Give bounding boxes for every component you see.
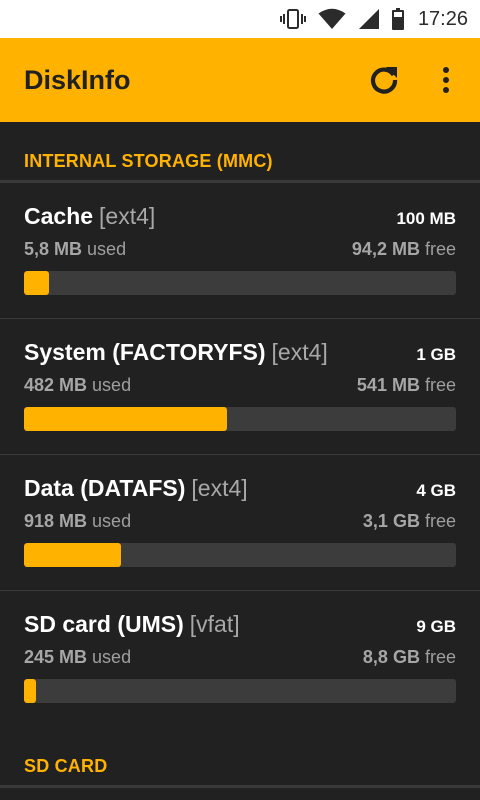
partition-name: Cache [ext4] [24, 203, 155, 230]
section-title: INTERNAL STORAGE (MMC) [24, 151, 273, 171]
partition-total-size: 4 GB [416, 481, 456, 500]
partition-total-size: 1 GB [416, 345, 456, 364]
section-header-sd-card: SD CARD [0, 727, 480, 788]
status-icons: 17:26 [268, 0, 468, 38]
partition-name: Data (DATAFS) [ext4] [24, 475, 248, 502]
partition-free: 8,8 GB free [363, 647, 456, 668]
free-suffix: free [424, 511, 456, 531]
usage-bar-fill [24, 271, 50, 295]
refresh-button[interactable] [360, 56, 408, 104]
partition-used: 5,8 MB used [24, 239, 126, 260]
partition-total-size: 100 MB [396, 209, 456, 228]
battery-icon [391, 8, 404, 30]
free-suffix: free [424, 647, 456, 667]
partition-item-sd-card-ums[interactable]: SD card (UMS) [vfat] 9 GB 245 MB used 8,8… [0, 591, 480, 727]
free-value: 94,2 MB [351, 239, 420, 259]
used-value: 245 MB [24, 647, 88, 667]
refresh-icon [370, 67, 398, 94]
partition-name: SD card (UMS) [vfat] [24, 611, 240, 638]
free-suffix: free [424, 375, 456, 395]
vibrate-icon [279, 9, 306, 29]
used-suffix: used [87, 239, 127, 259]
app-title: DiskInfo [24, 65, 131, 95]
partition-free: 541 MB free [357, 375, 456, 396]
partition-label: Data (DATAFS) [24, 475, 186, 501]
cell-signal-icon [358, 9, 379, 29]
usage-bar [24, 271, 456, 295]
usage-bar [24, 543, 456, 567]
status-time: 17:26 [417, 7, 468, 30]
partition-used: 482 MB used [24, 375, 131, 396]
diskinfo-screen: 17:26 DiskInfo INTERNAL STORAGE (MMC) Ca… [0, 0, 480, 800]
overflow-menu-button[interactable] [422, 56, 470, 104]
used-suffix: used [92, 375, 132, 395]
used-value: 918 MB [24, 511, 88, 531]
usage-bar [24, 407, 456, 431]
partition-total-size: 9 GB [416, 617, 456, 636]
partition-label: SD card (UMS) [24, 611, 184, 637]
partition-used: 245 MB used [24, 647, 131, 668]
partition-label: System (FACTORYFS) [24, 339, 266, 365]
partition-item-data[interactable]: Data (DATAFS) [ext4] 4 GB 918 MB used 3,1… [0, 455, 480, 591]
partition-free: 94,2 MB free [352, 239, 456, 260]
free-suffix: free [424, 239, 456, 259]
filesystem-type: [ext4] [271, 339, 328, 365]
used-value: 482 MB [24, 375, 88, 395]
used-suffix: used [92, 511, 132, 531]
usage-bar-fill [24, 543, 121, 567]
partition-item-system[interactable]: System (FACTORYFS) [ext4] 1 GB 482 MB use… [0, 319, 480, 455]
partition-used: 918 MB used [24, 511, 131, 532]
partition-label: Cache [24, 203, 94, 229]
usage-bar-fill [24, 679, 36, 703]
status-bar: 17:26 [0, 0, 480, 38]
partition-item-cache[interactable]: Cache [ext4] 100 MB 5,8 MB used 94,2 MB f… [0, 183, 480, 319]
filesystem-type: [ext4] [99, 203, 156, 229]
overflow-menu-icon [443, 67, 449, 93]
usage-bar [24, 679, 456, 703]
used-value: 5,8 MB [24, 239, 83, 259]
section-title: SD CARD [24, 756, 108, 776]
section-header-internal-storage: INTERNAL STORAGE (MMC) [0, 122, 480, 183]
partition-name: System (FACTORYFS) [ext4] [24, 339, 328, 366]
usage-bar-fill [24, 407, 228, 431]
filesystem-type: [vfat] [189, 611, 240, 637]
filesystem-type: [ext4] [191, 475, 248, 501]
app-bar: DiskInfo [0, 38, 480, 122]
partition-free: 3,1 GB free [363, 511, 456, 532]
used-suffix: used [92, 647, 132, 667]
free-value: 8,8 GB [362, 647, 420, 667]
free-value: 541 MB [356, 375, 420, 395]
free-value: 3,1 GB [362, 511, 420, 531]
wifi-icon [318, 8, 346, 29]
